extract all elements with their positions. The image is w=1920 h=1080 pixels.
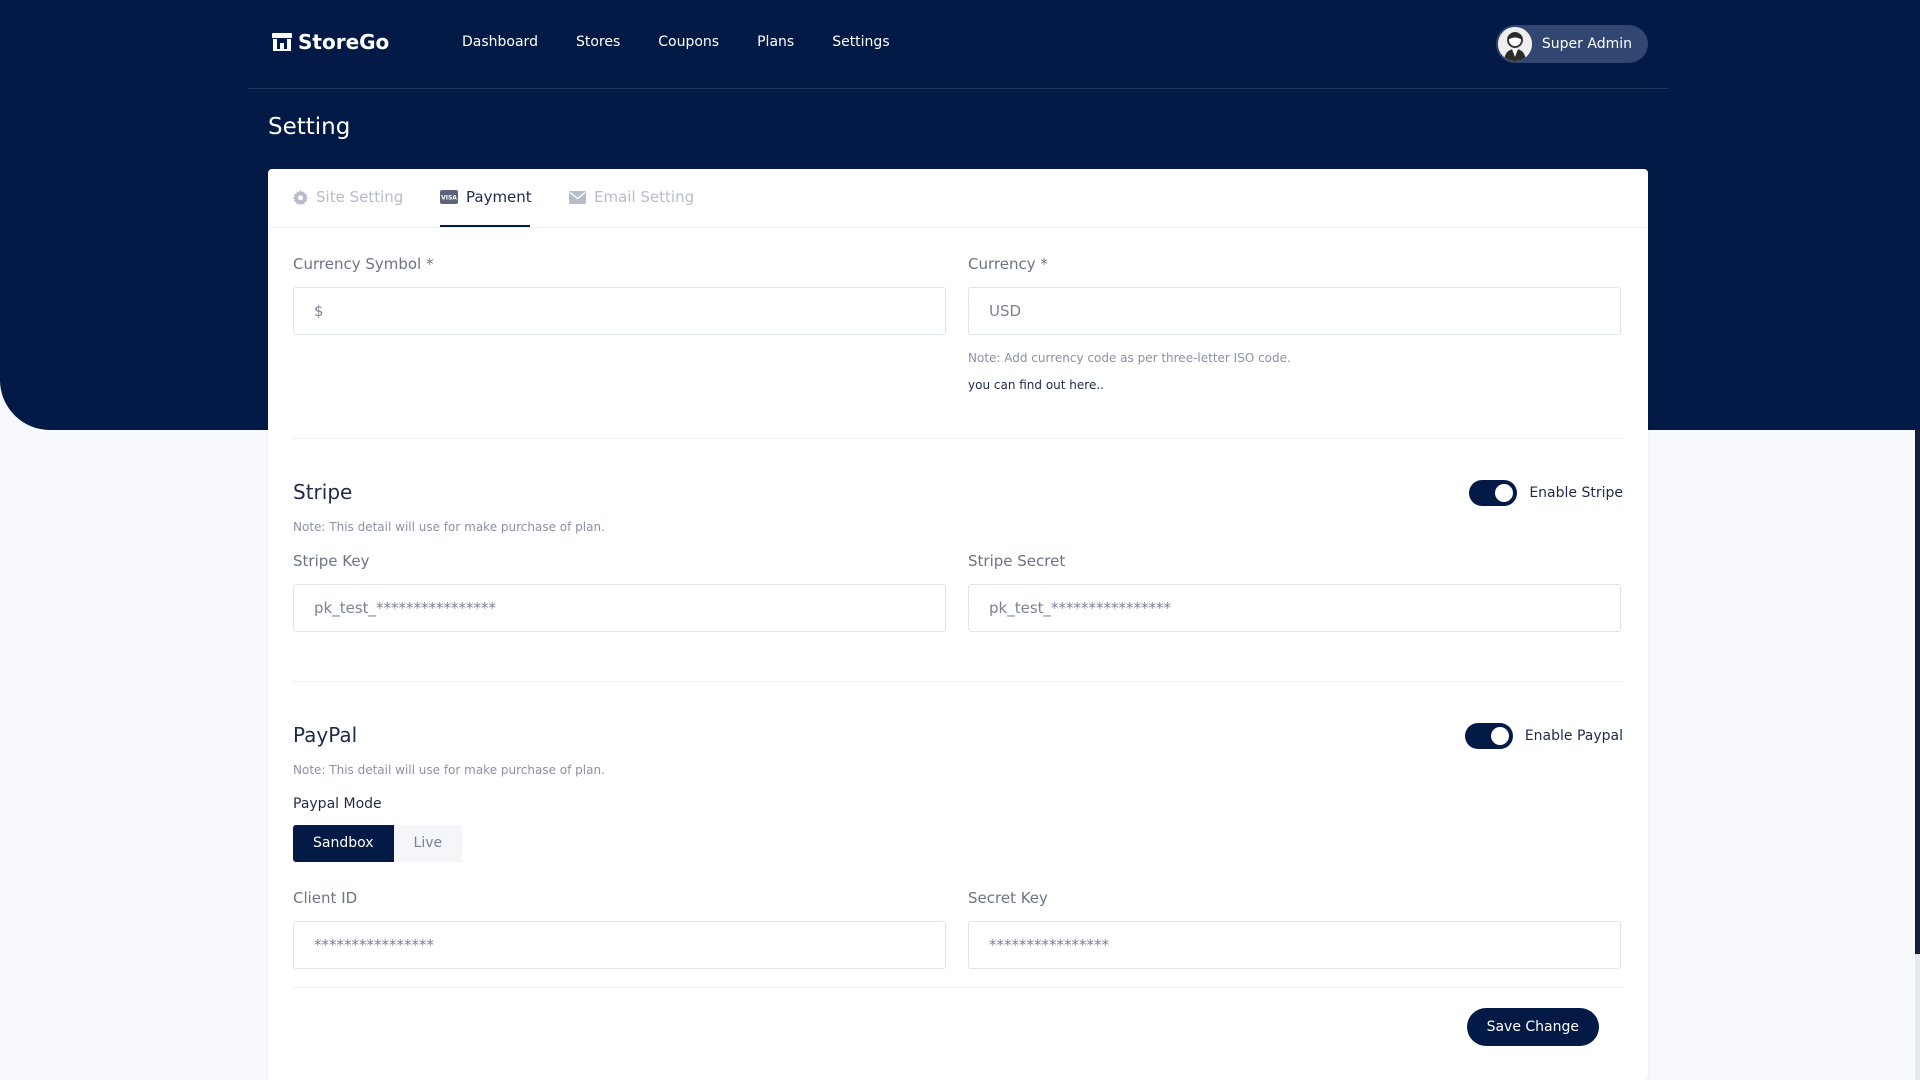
store-icon [272,33,292,51]
top-navbar: StoreGo Dashboard Stores Coupons Plans S… [248,0,1668,89]
active-tab-indicator [440,225,530,227]
section-divider [293,987,1623,988]
visa-card-icon: VISA [440,190,458,204]
currency-note: Note: Add currency code as per three-let… [968,351,1291,365]
paypal-note: Note: This detail will use for make purc… [293,763,605,777]
user-name: Super Admin [1541,36,1632,52]
currency-symbol-label: Currency Symbol * [293,255,434,273]
paypal-mode-label: Paypal Mode [293,796,382,812]
stripe-key-label: Stripe Key [293,552,370,570]
sandbox-mode-button[interactable]: Sandbox [293,825,394,862]
section-divider [293,681,1623,682]
user-avatar-icon [1497,27,1532,61]
toggle-knob [1495,484,1514,502]
stripe-key-input[interactable] [293,584,946,632]
enable-paypal-control: Enable Paypal [1464,723,1623,749]
settings-card: Site Setting VISA Payment Email Setting … [268,169,1648,1080]
nav-item-settings[interactable]: Settings [832,34,889,50]
brand-name: StoreGo [298,30,390,54]
tab-email-setting[interactable]: Email Setting [569,188,694,206]
enable-paypal-toggle[interactable] [1464,723,1513,749]
enable-paypal-label: Enable Paypal [1524,728,1623,744]
enable-stripe-toggle[interactable] [1469,480,1518,506]
tab-label: Email Setting [594,188,695,206]
stripe-note: Note: This detail will use for make purc… [293,520,605,534]
save-change-button[interactable]: Save Change [1466,1008,1599,1046]
client-id-label: Client ID [293,889,358,907]
user-menu-button[interactable]: Super Admin [1495,25,1648,63]
settings-tabs: Site Setting VISA Payment Email Setting [268,169,1648,228]
tab-site-setting[interactable]: Site Setting [293,188,403,206]
enable-stripe-control: Enable Stripe [1469,480,1623,506]
scrollbar-thumb[interactable] [1915,430,1920,954]
tab-payment[interactable]: VISA Payment [440,188,532,206]
section-divider [293,438,1623,439]
gear-icon [293,189,308,205]
paypal-mode-selector: Sandbox Live [293,825,463,862]
brand-logo[interactable]: StoreGo [270,30,389,54]
currency-input[interactable] [968,287,1621,335]
page-title: Setting [268,114,351,140]
nav-item-dashboard[interactable]: Dashboard [462,34,538,50]
stripe-secret-label: Stripe Secret [968,552,1066,570]
currency-label: Currency * [968,255,1048,273]
nav-item-coupons[interactable]: Coupons [658,34,719,50]
currency-symbol-input[interactable] [293,287,946,335]
nav-item-stores[interactable]: Stores [576,34,620,50]
enable-stripe-label: Enable Stripe [1529,485,1623,501]
svg-text:VISA: VISA [441,195,457,202]
stripe-secret-input[interactable] [968,584,1621,632]
client-id-input[interactable] [293,921,946,969]
nav-menu: Dashboard Stores Coupons Plans Settings [462,34,928,50]
secret-key-input[interactable] [968,921,1621,969]
live-mode-button[interactable]: Live [393,825,463,862]
nav-item-plans[interactable]: Plans [757,34,794,50]
stripe-section-title: Stripe [293,480,353,504]
tab-label: Payment [466,188,532,206]
tab-label: Site Setting [316,188,404,206]
secret-key-label: Secret Key [968,889,1048,907]
iso-code-link[interactable]: you can find out here.. [968,378,1104,392]
paypal-section-title: PayPal [293,723,358,747]
avatar [1497,27,1532,61]
envelope-icon [569,190,586,204]
toggle-knob [1490,727,1509,745]
